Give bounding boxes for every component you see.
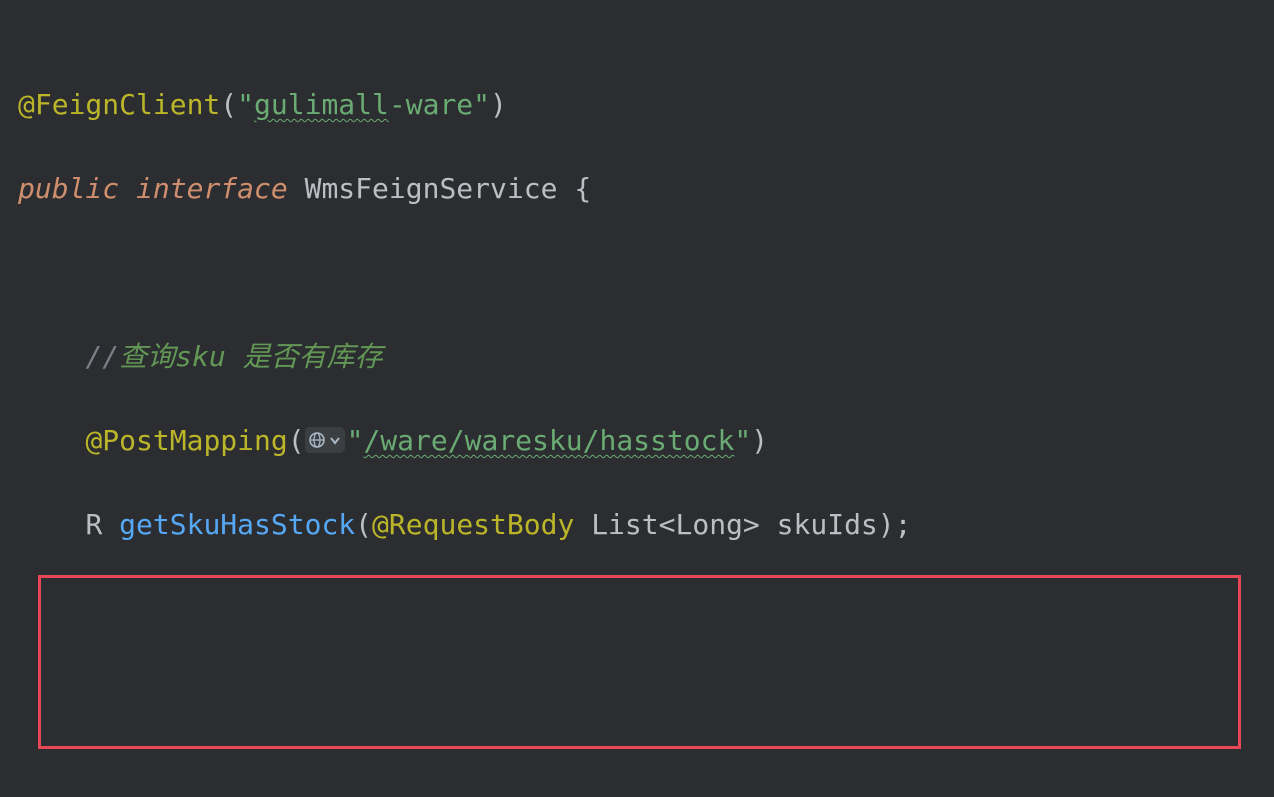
comment-line: //查询sku 是否有库存 bbox=[18, 336, 1274, 378]
class-name: WmsFeignService bbox=[305, 172, 558, 205]
code-line: public interface WmsFeignService { bbox=[18, 168, 1274, 210]
string-gulimall: gulimall bbox=[254, 88, 389, 121]
code-line: @PostMapping("/ware/waresku/hasstock") bbox=[18, 420, 1274, 462]
code-editor[interactable]: @FeignClient("gulimall-ware") public int… bbox=[0, 0, 1274, 797]
blank-line bbox=[18, 588, 1274, 630]
globe-icon[interactable] bbox=[305, 427, 345, 453]
annotation-requestbody: @RequestBody bbox=[372, 508, 574, 541]
keyword-interface: interface bbox=[136, 172, 288, 205]
blank-line bbox=[18, 672, 1274, 714]
keyword-public: public bbox=[18, 172, 119, 205]
code-line: R getSkuHasStock(@RequestBody List<Long>… bbox=[18, 504, 1274, 546]
code-line: @FeignClient("gulimall-ware") bbox=[18, 84, 1274, 126]
blank-line bbox=[18, 756, 1274, 797]
method-getskuhasstock: getSkuHasStock bbox=[119, 508, 355, 541]
annotation-feignclient: @FeignClient bbox=[18, 88, 220, 121]
string-ware-suffix: -ware bbox=[389, 88, 473, 121]
annotation-postmapping: @PostMapping bbox=[85, 424, 287, 457]
url-hasstock: /ware/waresku/hasstock bbox=[363, 424, 734, 457]
blank-line bbox=[18, 252, 1274, 294]
open-brace: { bbox=[574, 172, 591, 205]
